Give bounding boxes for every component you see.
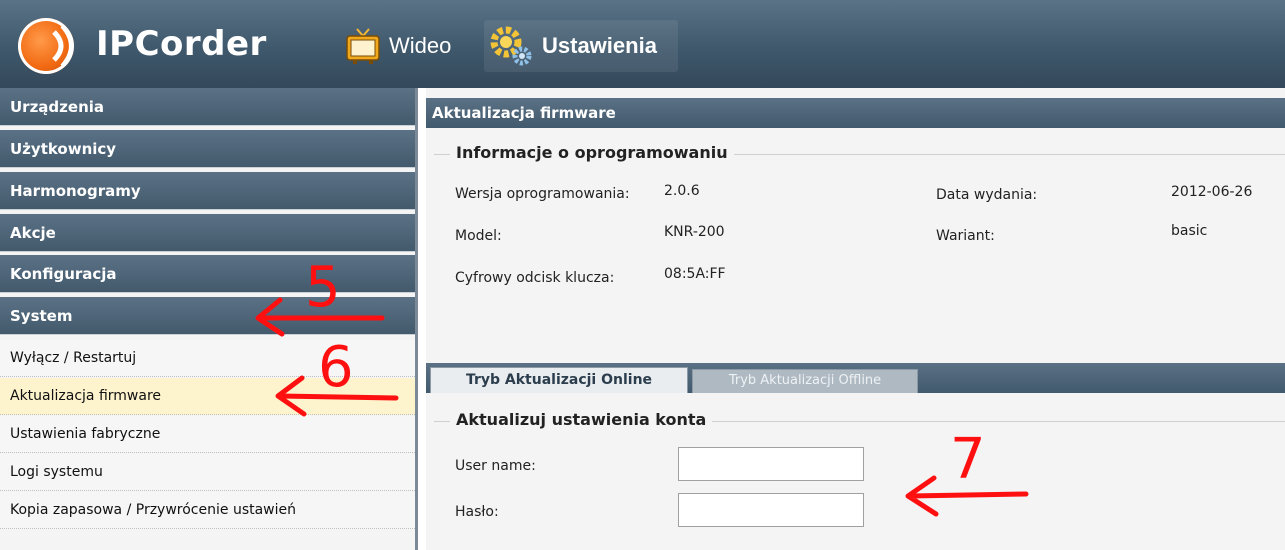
version-value: 2.0.6 [664, 183, 700, 199]
model-value: KNR-200 [664, 224, 725, 240]
logo-wave-icon [52, 24, 73, 68]
password-input[interactable] [678, 493, 864, 527]
tv-icon [346, 28, 380, 64]
software-info-legend: Informacje o oprogramowaniu [450, 143, 734, 162]
release-date-label: Data wydania: [936, 187, 1038, 203]
fingerprint-value: 08:5A:FF [664, 266, 726, 282]
tab-online-update[interactable]: Tryb Aktualizacji Online [430, 367, 688, 393]
nav-video[interactable]: Wideo [343, 20, 451, 72]
top-bar: IPCorder Wideo Ustawienia [0, 0, 1285, 88]
brand-title: IPCorder [96, 24, 267, 64]
variant-value: basic [1171, 223, 1208, 239]
page-title: Aktualizacja firmware [426, 98, 1285, 128]
sidebar-category-actions[interactable]: Akcje [0, 214, 415, 252]
password-label: Hasło: [455, 504, 499, 520]
tab-offline-update[interactable]: Tryb Aktualizacji Offline [692, 369, 918, 393]
sidebar-item-system-logs[interactable]: Logi systemu [0, 454, 415, 491]
username-label: User name: [455, 458, 536, 474]
sidebar-category-configuration[interactable]: Konfiguracja [0, 255, 415, 293]
sidebar-item-backup-restore[interactable]: Kopia zapasowa / Przywrócenie ustawień [0, 492, 415, 529]
main-panel: Aktualizacja firmware Informacje o oprog… [426, 88, 1285, 550]
sidebar-category-users[interactable]: Użytkownicy [0, 130, 415, 168]
model-label: Model: [455, 228, 502, 244]
sidebar-item-factory-settings[interactable]: Ustawienia fabryczne [0, 416, 415, 453]
sidebar-category-schedules[interactable]: Harmonogramy [0, 172, 415, 210]
gear-icon [490, 26, 532, 66]
annotation-arrow-5-icon [255, 297, 385, 337]
release-date-value: 2012-06-26 [1171, 184, 1253, 200]
username-input[interactable] [678, 447, 864, 481]
nav-settings-label: Ustawienia [542, 33, 657, 58]
nav-video-label: Wideo [389, 33, 452, 58]
version-label: Wersja oprogramowania: [455, 186, 630, 202]
nav-settings[interactable]: Ustawienia [484, 20, 678, 72]
variant-label: Wariant: [936, 228, 995, 244]
sidebar-category-devices[interactable]: Urządzenia [0, 88, 415, 126]
account-settings-legend: Aktualizuj ustawienia konta [450, 410, 713, 429]
software-info-fieldset: Informacje o oprogramowaniu [434, 143, 1285, 355]
annotation-arrow-6-icon [275, 375, 399, 417]
update-mode-tabs: Tryb Aktualizacji Online Tryb Aktualizac… [426, 363, 1285, 393]
account-settings-fieldset: Aktualizuj ustawienia konta [434, 410, 1285, 550]
annotation-arrow-7-icon [905, 475, 1029, 517]
fingerprint-label: Cyfrowy odcisk klucza: [455, 270, 615, 286]
